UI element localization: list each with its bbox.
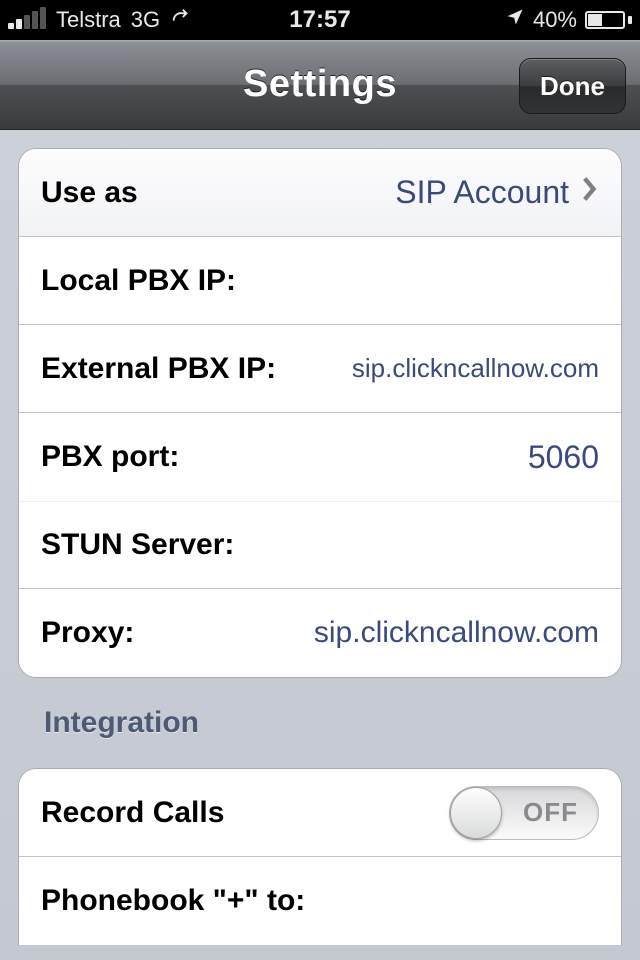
pbx-port-row[interactable]: PBX port: 5060	[19, 413, 621, 501]
stun-server-label: STUN Server:	[41, 528, 234, 562]
use-as-label: Use as	[41, 176, 138, 210]
use-as-value: SIP Account	[383, 174, 569, 211]
external-pbx-label: External PBX IP:	[41, 352, 276, 386]
record-calls-toggle[interactable]: OFF	[449, 786, 599, 840]
use-as-row[interactable]: Use as SIP Account	[19, 149, 621, 237]
status-bar: Telstra 3G 17:57 40%	[0, 0, 640, 40]
page-title: Settings	[243, 63, 397, 106]
proxy-label: Proxy:	[41, 616, 134, 650]
local-pbx-label: Local PBX IP:	[41, 264, 236, 298]
pbx-settings-group: Use as SIP Account Local PBX IP: Externa…	[18, 148, 622, 678]
external-pbx-row[interactable]: External PBX IP: sip.clickncallnow.com	[19, 325, 621, 413]
battery-icon	[585, 11, 632, 29]
local-pbx-row[interactable]: Local PBX IP:	[19, 237, 621, 325]
toggle-state-label: OFF	[523, 797, 578, 828]
pbx-port-label: PBX port:	[41, 440, 179, 474]
record-calls-row: Record Calls OFF	[19, 769, 621, 857]
done-button[interactable]: Done	[519, 58, 626, 114]
settings-content: Use as SIP Account Local PBX IP: Externa…	[0, 130, 640, 960]
pbx-port-value: 5060	[516, 439, 599, 476]
stun-server-row[interactable]: STUN Server:	[19, 501, 621, 589]
nav-bar: Settings Done	[0, 40, 640, 130]
integration-group: Record Calls OFF Phonebook "+" to:	[18, 768, 622, 945]
toggle-knob-icon	[450, 787, 502, 839]
record-calls-label: Record Calls	[41, 796, 224, 830]
phonebook-plus-row[interactable]: Phonebook "+" to:	[19, 857, 621, 945]
chevron-right-icon	[581, 175, 599, 211]
proxy-row[interactable]: Proxy: sip.clickncallnow.com	[19, 589, 621, 677]
integration-header: Integration	[18, 678, 622, 750]
external-pbx-value: sip.clickncallnow.com	[340, 353, 599, 384]
proxy-value: sip.clickncallnow.com	[302, 616, 599, 650]
phonebook-plus-label: Phonebook "+" to:	[41, 884, 305, 918]
clock: 17:57	[0, 6, 640, 34]
